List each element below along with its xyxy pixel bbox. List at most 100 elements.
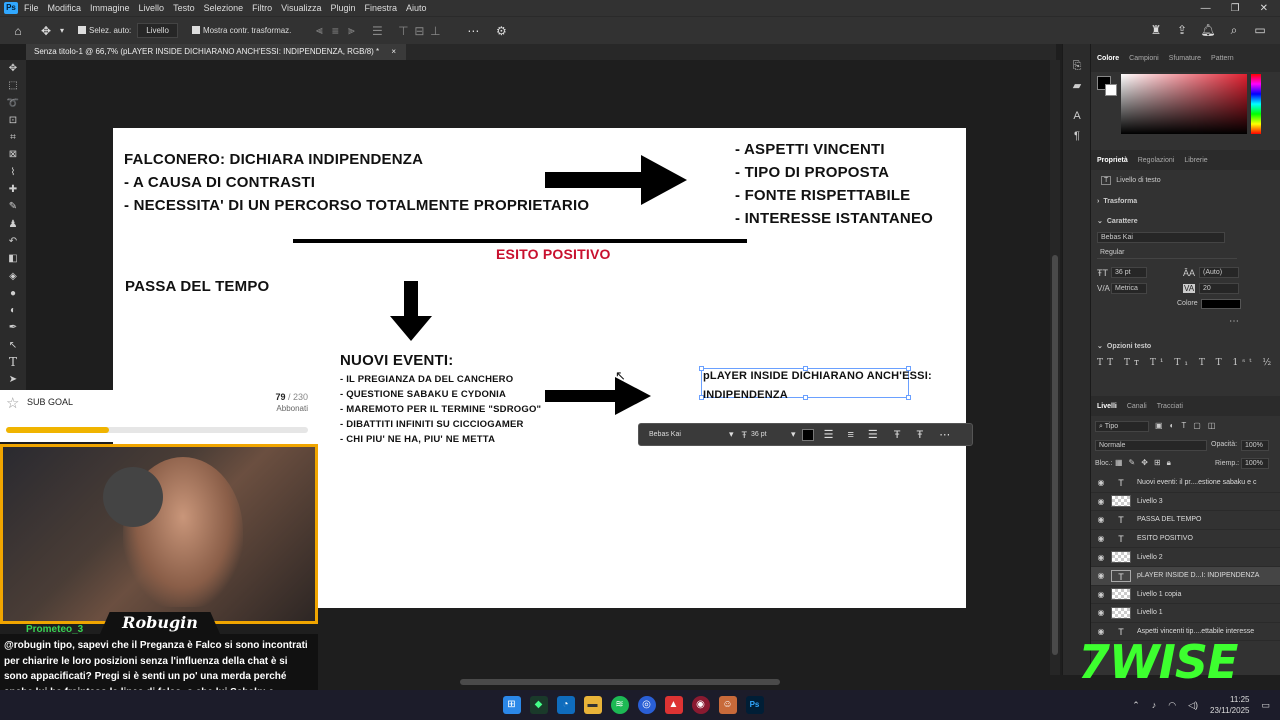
esito-positivo-text[interactable]: ESITO POSITIVO — [496, 246, 611, 262]
text-bounding-box[interactable]: pLAYER INSIDE DICHIARANO ANCH'ESSI: INDI… — [699, 366, 932, 401]
layer-row[interactable]: ◉ Livello 1 copia — [1091, 586, 1280, 605]
menu-immagine[interactable]: Immagine — [90, 3, 130, 13]
tab-librerie[interactable]: Librerie — [1184, 157, 1207, 164]
fill-field[interactable]: 100% — [1241, 458, 1269, 469]
align-right-icon[interactable]: ⫸ — [343, 23, 359, 38]
align-bottom-icon[interactable]: ⊥ — [427, 24, 443, 38]
font-family-field[interactable]: Bebas Kai — [1097, 232, 1225, 243]
eye-icon[interactable]: ◉ — [1091, 478, 1111, 487]
align-left-icon[interactable]: ☰ — [824, 428, 834, 441]
menu-livello[interactable]: Livello — [139, 3, 165, 13]
align-right-icon[interactable]: ☰ — [868, 428, 878, 441]
app-red-icon[interactable]: ▲ — [664, 696, 683, 714]
nuovi-eventi-title[interactable]: NUOVI EVENTI: — [340, 352, 453, 369]
arrow-down[interactable] — [389, 280, 433, 342]
eye-icon[interactable]: ◉ — [1091, 497, 1111, 506]
align-center-icon[interactable]: ≡ — [327, 24, 343, 38]
align-center-icon[interactable]: ≡ — [847, 429, 853, 441]
app-icon[interactable]: ◆ — [529, 696, 548, 714]
clock[interactable]: 11:25 23/11/2025 — [1210, 694, 1249, 716]
tab-pattern[interactable]: Pattern — [1211, 55, 1234, 62]
browser-icon[interactable]: ◎ — [637, 696, 656, 714]
move-tool-icon[interactable]: ✥ — [38, 24, 54, 38]
3d-mode-icon[interactable]: ♜ — [1148, 23, 1164, 38]
text-color-swatch[interactable] — [1201, 299, 1241, 309]
text-transform-icon[interactable]: Ŧ — [916, 429, 923, 441]
vertical-scroll-thumb[interactable] — [1052, 255, 1058, 655]
auto-select-checkbox[interactable] — [78, 25, 89, 36]
home-icon[interactable]: ⌂ — [10, 24, 26, 38]
close-icon[interactable]: ✕ — [1260, 3, 1268, 14]
paint-bucket-icon[interactable]: ◈ — [0, 268, 26, 285]
menu-finestra[interactable]: Finestra — [365, 3, 398, 13]
layer-filter-icons[interactable]: ▣◐T▢◫ — [1155, 421, 1222, 430]
eye-icon[interactable]: ◉ — [1091, 608, 1111, 617]
layer-select-dropdown[interactable]: Livello — [137, 23, 178, 38]
eraser-tool-icon[interactable]: ◧ — [0, 250, 26, 267]
type-tool-icon[interactable]: T — [0, 354, 26, 371]
marquee-tool-icon[interactable]: ⬚ — [0, 77, 26, 94]
nuovi-eventi-list[interactable]: - IL PREGIANZA DA DEL CANCHERO - QUESTIO… — [340, 372, 541, 447]
horizontal-scroll-thumb[interactable] — [460, 679, 780, 685]
comments-panel-icon[interactable]: ▰ — [1063, 76, 1091, 96]
menu-aiuto[interactable]: Aiuto — [406, 3, 427, 13]
eye-icon[interactable]: ◉ — [1091, 553, 1111, 562]
menu-testo[interactable]: Testo — [173, 3, 195, 13]
stamp-tool-icon[interactable]: ♟ — [0, 216, 26, 233]
arrow-right-2[interactable] — [543, 376, 653, 416]
minimize-icon[interactable]: — — [1201, 3, 1211, 14]
eye-icon[interactable]: ◉ — [1091, 534, 1111, 543]
more-options-icon[interactable]: ⋯ — [465, 24, 481, 38]
tab-regolazioni[interactable]: Regolazioni — [1138, 157, 1175, 164]
hue-slider[interactable] — [1251, 74, 1261, 134]
tab-tracciati[interactable]: Tracciati — [1157, 403, 1183, 410]
arrow-select-icon[interactable]: ➤ — [0, 371, 26, 388]
font-size-select[interactable]: 36 pt — [751, 431, 791, 438]
notification-bell-icon[interactable]: 🔔︎ — [1200, 23, 1216, 38]
distribute-icon[interactable]: ☰ — [369, 24, 385, 38]
trasforma-section[interactable]: › Trasforma — [1091, 193, 1280, 209]
photoshop-taskbar-icon[interactable]: Ps — [745, 696, 764, 714]
eye-icon[interactable]: ◉ — [1091, 590, 1111, 599]
file-explorer-icon[interactable]: ▬ — [583, 696, 602, 714]
tab-close-icon[interactable]: × — [391, 47, 396, 56]
background-color-swatch[interactable] — [1105, 84, 1117, 96]
opzioni-testo-section[interactable]: ⌄ Opzioni testo — [1091, 338, 1280, 354]
document-tab[interactable]: Senza titolo-1 @ 66,7% (pLAYER INSIDE DI… — [26, 44, 407, 60]
path-select-icon[interactable]: ↖ — [0, 337, 26, 354]
wifi-icon[interactable]: ◠ — [1168, 700, 1176, 711]
healing-brush-icon[interactable]: ✚ — [0, 181, 26, 198]
character-panel-icon[interactable]: A — [1063, 106, 1091, 126]
kerning-field[interactable]: Metrica — [1111, 283, 1147, 294]
horizontal-rule[interactable] — [293, 239, 747, 243]
eye-icon[interactable]: ◉ — [1091, 571, 1111, 580]
layer-row[interactable]: ◉ T ESITO POSITIVO — [1091, 530, 1280, 549]
menu-filtro[interactable]: Filtro — [252, 3, 272, 13]
share-icon[interactable]: ⇪ — [1174, 23, 1190, 38]
leading-field[interactable]: (Auto) — [1199, 267, 1239, 278]
layer-row[interactable]: ◉ T Nuovi eventi: il pr....estione sabaku … — [1091, 474, 1280, 493]
notification-icon[interactable]: ▭ — [1261, 700, 1270, 711]
app-character-icon[interactable]: ☺ — [718, 696, 737, 714]
text-color-swatch[interactable] — [801, 428, 814, 441]
layer-row-selected[interactable]: ◉ TpLAYER INSIDE D...I: INDIPENDENZA — [1091, 567, 1280, 586]
pen-tool-icon[interactable]: ✒ — [0, 319, 26, 336]
arrow-right-1[interactable] — [543, 154, 689, 206]
font-style-field[interactable]: Regular — [1097, 248, 1237, 259]
tab-livelli[interactable]: Livelli — [1097, 403, 1117, 410]
menu-file[interactable]: File — [24, 3, 39, 13]
windows-start-icon[interactable]: ⊞ — [502, 696, 521, 714]
frame-tool-icon[interactable]: ⊠ — [0, 146, 26, 163]
selected-text-content[interactable]: pLAYER INSIDE DICHIARANO ANCH'ESSI: INDI… — [703, 367, 932, 405]
history-brush-icon[interactable]: ↶ — [0, 233, 26, 250]
chevron-down-icon[interactable]: ▾ — [54, 26, 70, 35]
dodge-tool-icon[interactable]: ◐ — [0, 302, 26, 319]
layer-row[interactable]: ◉ Livello 1 — [1091, 604, 1280, 623]
lock-icons[interactable]: ▦✎✥⊞🔒︎ — [1115, 458, 1177, 468]
eyedropper-tool-icon[interactable]: ⌇ — [0, 164, 26, 181]
layer-row[interactable]: ◉ Livello 3 — [1091, 493, 1280, 512]
font-size-field[interactable]: 36 pt — [1111, 267, 1147, 278]
blend-mode-select[interactable]: Normale — [1095, 440, 1207, 451]
tracking-field[interactable]: 20 — [1199, 283, 1239, 294]
chevron-down-icon[interactable]: ▾ — [729, 429, 734, 440]
